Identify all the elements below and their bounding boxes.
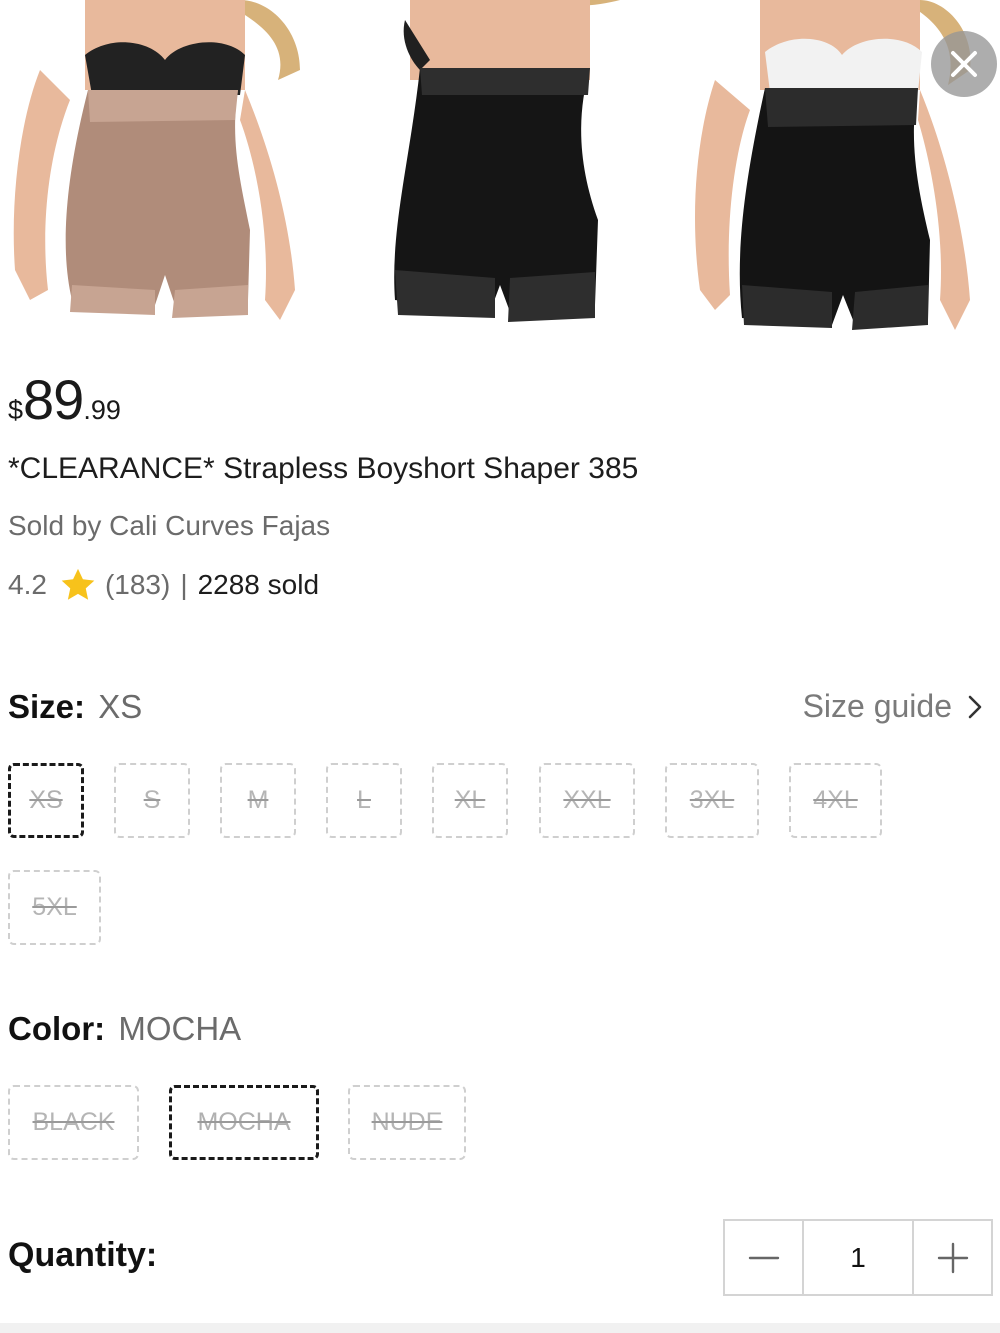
size-option-xs[interactable]: XS bbox=[8, 763, 84, 838]
size-option-4xl[interactable]: 4XL bbox=[789, 763, 882, 838]
size-heading: Size: XS bbox=[8, 688, 142, 726]
product-image-gallery[interactable] bbox=[0, 0, 1000, 345]
product-image-2[interactable] bbox=[340, 0, 670, 345]
color-option-black[interactable]: BLACK bbox=[8, 1085, 139, 1160]
color-selected-value: MOCHA bbox=[118, 1010, 242, 1047]
bottom-divider bbox=[0, 1323, 1000, 1333]
size-option-xl[interactable]: XL bbox=[432, 763, 508, 838]
size-option-label: XL bbox=[454, 786, 486, 814]
price-currency: $ bbox=[8, 395, 24, 425]
quantity-label: Quantity: bbox=[8, 1236, 158, 1274]
size-option-label: M bbox=[247, 786, 269, 814]
size-option-label: L bbox=[357, 786, 371, 814]
color-option-label: NUDE bbox=[371, 1108, 443, 1136]
rating-score: 4.2 bbox=[8, 569, 47, 600]
color-label: Color: bbox=[8, 1010, 106, 1047]
decrement-button[interactable] bbox=[725, 1221, 802, 1294]
product-title: *CLEARANCE* Strapless Boyshort Shaper 38… bbox=[8, 452, 639, 485]
size-option-label: S bbox=[143, 786, 161, 814]
size-option-label: 4XL bbox=[813, 786, 858, 814]
chevron-right-icon bbox=[968, 695, 982, 718]
plus-icon bbox=[937, 1242, 968, 1273]
size-option-3xl[interactable]: 3XL bbox=[665, 763, 759, 838]
separator: | bbox=[180, 569, 188, 600]
size-option-l[interactable]: L bbox=[326, 763, 402, 838]
quantity-value[interactable]: 1 bbox=[802, 1221, 914, 1294]
color-option-label: BLACK bbox=[32, 1108, 115, 1136]
seller-link[interactable]: Sold by Cali Curves Fajas bbox=[8, 510, 330, 542]
price-cents: .99 bbox=[83, 395, 121, 425]
color-option-nude[interactable]: NUDE bbox=[348, 1085, 466, 1160]
size-option-s[interactable]: S bbox=[114, 763, 190, 838]
size-option-label: XS bbox=[29, 786, 63, 814]
size-guide-label: Size guide bbox=[802, 688, 952, 724]
price-whole: 89 bbox=[23, 368, 84, 431]
close-button[interactable] bbox=[931, 31, 997, 97]
black-shaper-back-image bbox=[340, 0, 670, 345]
increment-button[interactable] bbox=[914, 1221, 991, 1294]
size-label: Size: bbox=[8, 688, 86, 725]
size-option-label: XXL bbox=[563, 786, 611, 814]
quantity-stepper[interactable]: 1 bbox=[723, 1219, 993, 1296]
close-icon bbox=[951, 51, 977, 77]
sold-count: 2288 sold bbox=[197, 569, 320, 600]
size-option-label: 3XL bbox=[689, 786, 735, 814]
star-icon bbox=[61, 568, 95, 600]
review-count: (183) bbox=[104, 569, 171, 600]
size-guide-link[interactable]: Size guide bbox=[803, 688, 986, 725]
size-option-xxl[interactable]: XXL bbox=[539, 763, 635, 838]
minus-icon bbox=[748, 1256, 779, 1259]
rating-row[interactable]: 4.2 (183) | 2288 sold bbox=[8, 566, 319, 604]
mocha-shaper-image bbox=[0, 0, 330, 345]
size-selected-value: XS bbox=[98, 688, 143, 725]
color-option-mocha[interactable]: MOCHA bbox=[169, 1085, 319, 1160]
product-image-1[interactable] bbox=[0, 0, 330, 345]
price: $ 89 .99 bbox=[8, 372, 121, 428]
color-option-label: MOCHA bbox=[197, 1108, 291, 1136]
color-heading: Color: MOCHA bbox=[8, 1010, 241, 1048]
size-option-label: 5XL bbox=[32, 893, 77, 921]
size-option-5xl[interactable]: 5XL bbox=[8, 870, 101, 945]
size-option-m[interactable]: M bbox=[220, 763, 296, 838]
